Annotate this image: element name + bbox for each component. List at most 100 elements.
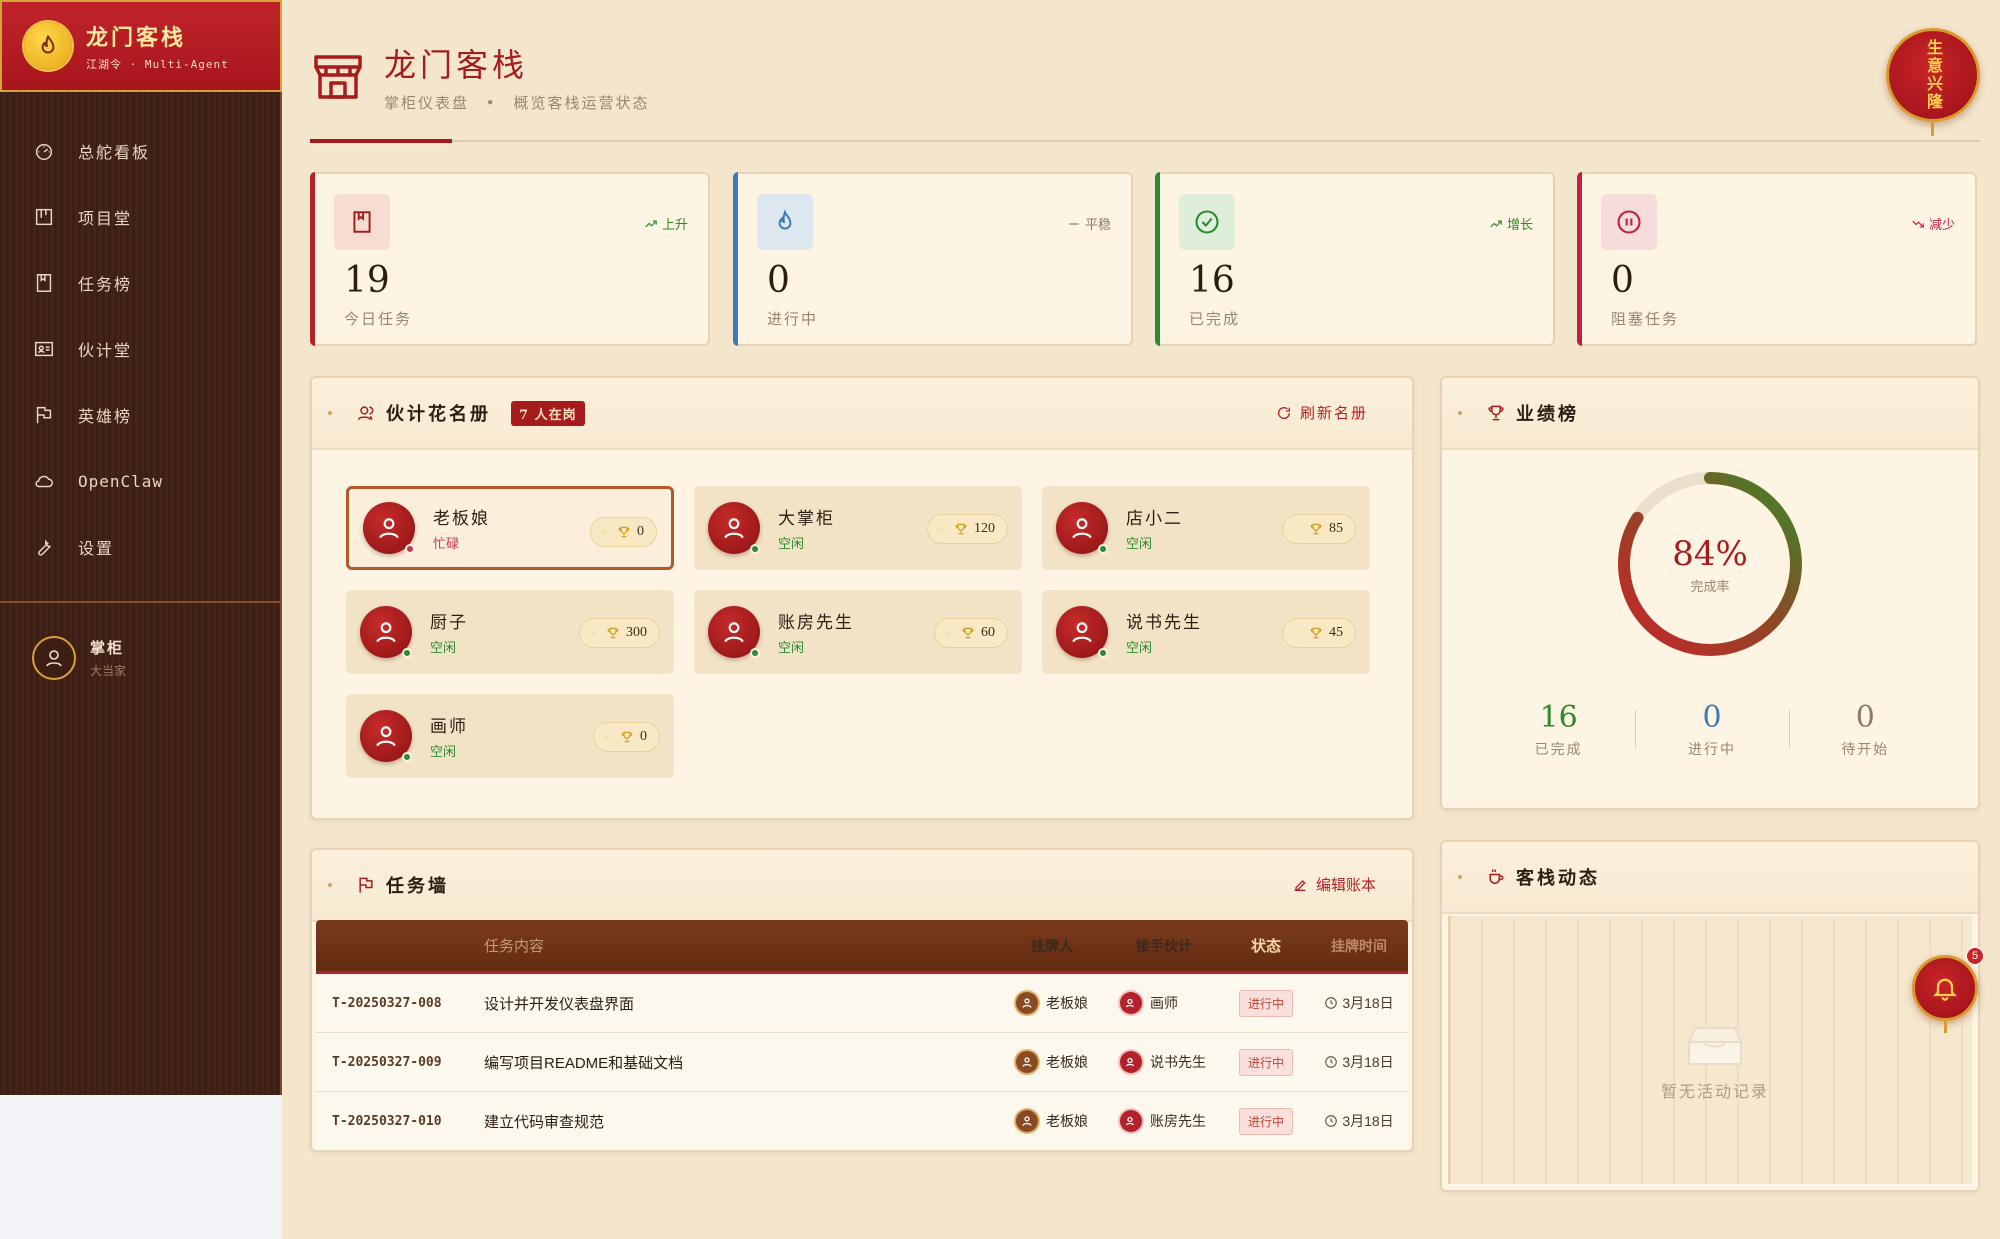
column-header-status[interactable]: 状态 <box>1222 935 1310 956</box>
seal-tassel <box>1931 122 1934 136</box>
sidebar-item-dashboard[interactable]: 总舵看板 <box>0 118 280 184</box>
summary-pending: 0 待开始 <box>1788 700 1942 759</box>
notification-bell-button[interactable] <box>1912 955 1978 1021</box>
summary-in-progress: 0 进行中 <box>1635 700 1788 759</box>
sidebar-item-heroes[interactable]: 英雄榜 <box>0 382 280 448</box>
summary-label: 进行中 <box>1687 742 1736 758</box>
member-score-badge: 60 <box>934 618 1008 648</box>
owner-avatar-icon <box>1016 1110 1038 1132</box>
sidebar-item-projects[interactable]: 项目堂 <box>0 184 280 250</box>
activity-title: 客栈动态 <box>1516 868 1600 889</box>
users-icon <box>357 406 374 421</box>
member-card[interactable]: 大掌柜 空闲 120 <box>694 486 1022 570</box>
member-avatar-icon <box>708 502 760 554</box>
column-header-time[interactable]: 挂牌时间 <box>1310 936 1408 956</box>
table-row[interactable]: T-20250327-010 建立代码审查规范 老板娘 账房先生 进行中 3月18日 <box>316 1092 1408 1151</box>
sidebar-item-openclaw[interactable]: OpenClaw <box>0 448 280 514</box>
panel-ornament <box>1458 875 1462 879</box>
flame-logo-icon <box>24 22 72 70</box>
member-score-badge: 85 <box>1282 514 1356 544</box>
time-label: 3月18日 <box>1342 1113 1394 1129</box>
leaderboard-header: 业绩榜 <box>1442 378 1978 450</box>
member-status-dot <box>1098 648 1108 658</box>
trophy-icon <box>1310 627 1322 639</box>
trophy-icon <box>1488 405 1504 421</box>
member-card[interactable]: 厨子 空闲 300 <box>346 590 674 674</box>
table-row[interactable]: T-20250327-008 设计并开发仪表盘界面 老板娘 画师 进行中 3月18日 <box>316 974 1408 1033</box>
sidebar-item-label: 英雄榜 <box>78 407 133 426</box>
assignee-avatar-icon <box>1120 992 1142 1014</box>
member-card[interactable]: 账房先生 空闲 60 <box>694 590 1022 674</box>
trophy-icon <box>1310 523 1322 535</box>
kanban-icon <box>32 205 56 229</box>
column-header-owner[interactable]: 挂牌人 <box>998 936 1106 956</box>
assignee-avatar-icon <box>1120 1051 1142 1073</box>
lucky-seal-badge[interactable]: 生意兴隆 <box>1886 28 1980 122</box>
task-owner: 老板娘 <box>998 1051 1106 1073</box>
sidebar-item-staff[interactable]: 伙计堂 <box>0 316 280 382</box>
brand-header[interactable]: 龙门客栈 江湖令 · Multi-Agent <box>0 0 282 92</box>
column-header-assignee[interactable]: 接手伙计 <box>1106 936 1222 956</box>
trend-up-icon <box>1490 220 1502 227</box>
member-card[interactable]: 老板娘 忙碌 0 <box>346 486 674 570</box>
stat-card-completed[interactable]: 增长 16 已完成 <box>1155 172 1555 346</box>
notification-count-badge: 5 <box>1966 947 1984 965</box>
bell-tassel <box>1944 1021 1947 1033</box>
page-title: 龙门客栈 <box>384 46 529 84</box>
member-state: 空闲 <box>1126 537 1153 552</box>
stat-card-blocked[interactable]: 减少 0 阻塞任务 <box>1577 172 1977 346</box>
user-profile[interactable]: 掌柜 大当家 <box>32 636 126 680</box>
member-score: 300 <box>626 625 647 640</box>
stat-label: 今日任务 <box>344 310 413 328</box>
member-card[interactable]: 说书先生 空闲 45 <box>1042 590 1370 674</box>
sidebar-item-tasks[interactable]: 任务榜 <box>0 250 280 316</box>
stat-card-in-progress[interactable]: 平稳 0 进行中 <box>733 172 1133 346</box>
stat-card-today-tasks[interactable]: 上升 19 今日任务 <box>310 172 710 346</box>
panel-ornament <box>1458 411 1462 415</box>
member-card[interactable]: 店小二 空闲 85 <box>1042 486 1370 570</box>
task-owner: 老板娘 <box>998 1110 1106 1132</box>
edit-ledger-button[interactable]: 编辑账本 <box>1292 874 1376 895</box>
member-card[interactable]: 画师 空闲 0 <box>346 694 674 778</box>
sidebar-item-label: 总舵看板 <box>78 143 151 162</box>
summary-value: 16 <box>1539 700 1578 735</box>
brand-title: 龙门客栈 <box>86 25 187 51</box>
table-row[interactable]: T-20250327-009 编写项目README和基础文档 老板娘 说书先生 进行中 3… <box>316 1033 1408 1092</box>
breadcrumb-description: 概览客栈运营状态 <box>513 94 650 112</box>
score-dot <box>938 526 944 532</box>
column-header-content[interactable]: 任务内容 <box>484 935 998 956</box>
cloud-icon <box>32 469 56 493</box>
trend-label: 减少 <box>1928 218 1955 233</box>
member-score: 85 <box>1329 521 1343 536</box>
member-avatar-icon <box>1056 606 1108 658</box>
member-avatar-icon <box>360 606 412 658</box>
page-header: 龙门客栈 掌柜仪表盘 • 概览客栈运营状态 <box>310 40 649 113</box>
member-score-badge: 45 <box>1282 618 1356 648</box>
member-score-badge: 0 <box>590 517 657 547</box>
member-status-dot <box>402 648 412 658</box>
trend-indicator: 上升 <box>644 214 688 233</box>
refresh-roster-button[interactable]: 刷新名册 <box>1276 402 1368 423</box>
completion-label: 完成率 <box>1690 579 1730 595</box>
trend-label: 上升 <box>661 218 688 233</box>
member-status-dot <box>750 544 760 554</box>
time-label: 3月18日 <box>1342 995 1394 1011</box>
clock-icon <box>1325 1115 1338 1127</box>
summary-label: 已完成 <box>1534 742 1583 758</box>
trophy-icon <box>618 526 630 538</box>
stat-label: 已完成 <box>1189 310 1241 328</box>
owner-name: 老板娘 <box>1046 995 1088 1011</box>
task-time: 3月18日 <box>1310 993 1408 1013</box>
score-dot <box>945 630 951 636</box>
owner-avatar-icon <box>1016 992 1038 1014</box>
task-id: T-20250327-009 <box>332 1054 442 1070</box>
breadcrumb-dashboard: 掌柜仪表盘 <box>384 94 470 112</box>
task-status: 进行中 <box>1222 1107 1310 1135</box>
task-assignee: 说书先生 <box>1106 1051 1222 1073</box>
trophy-icon <box>962 627 974 639</box>
assignee-name: 画师 <box>1150 995 1178 1011</box>
sidebar-item-settings[interactable]: 设置 <box>0 514 280 580</box>
member-score: 45 <box>1329 625 1343 640</box>
status-badge: 进行中 <box>1238 989 1293 1017</box>
sidebar-item-label: 设置 <box>78 539 115 558</box>
